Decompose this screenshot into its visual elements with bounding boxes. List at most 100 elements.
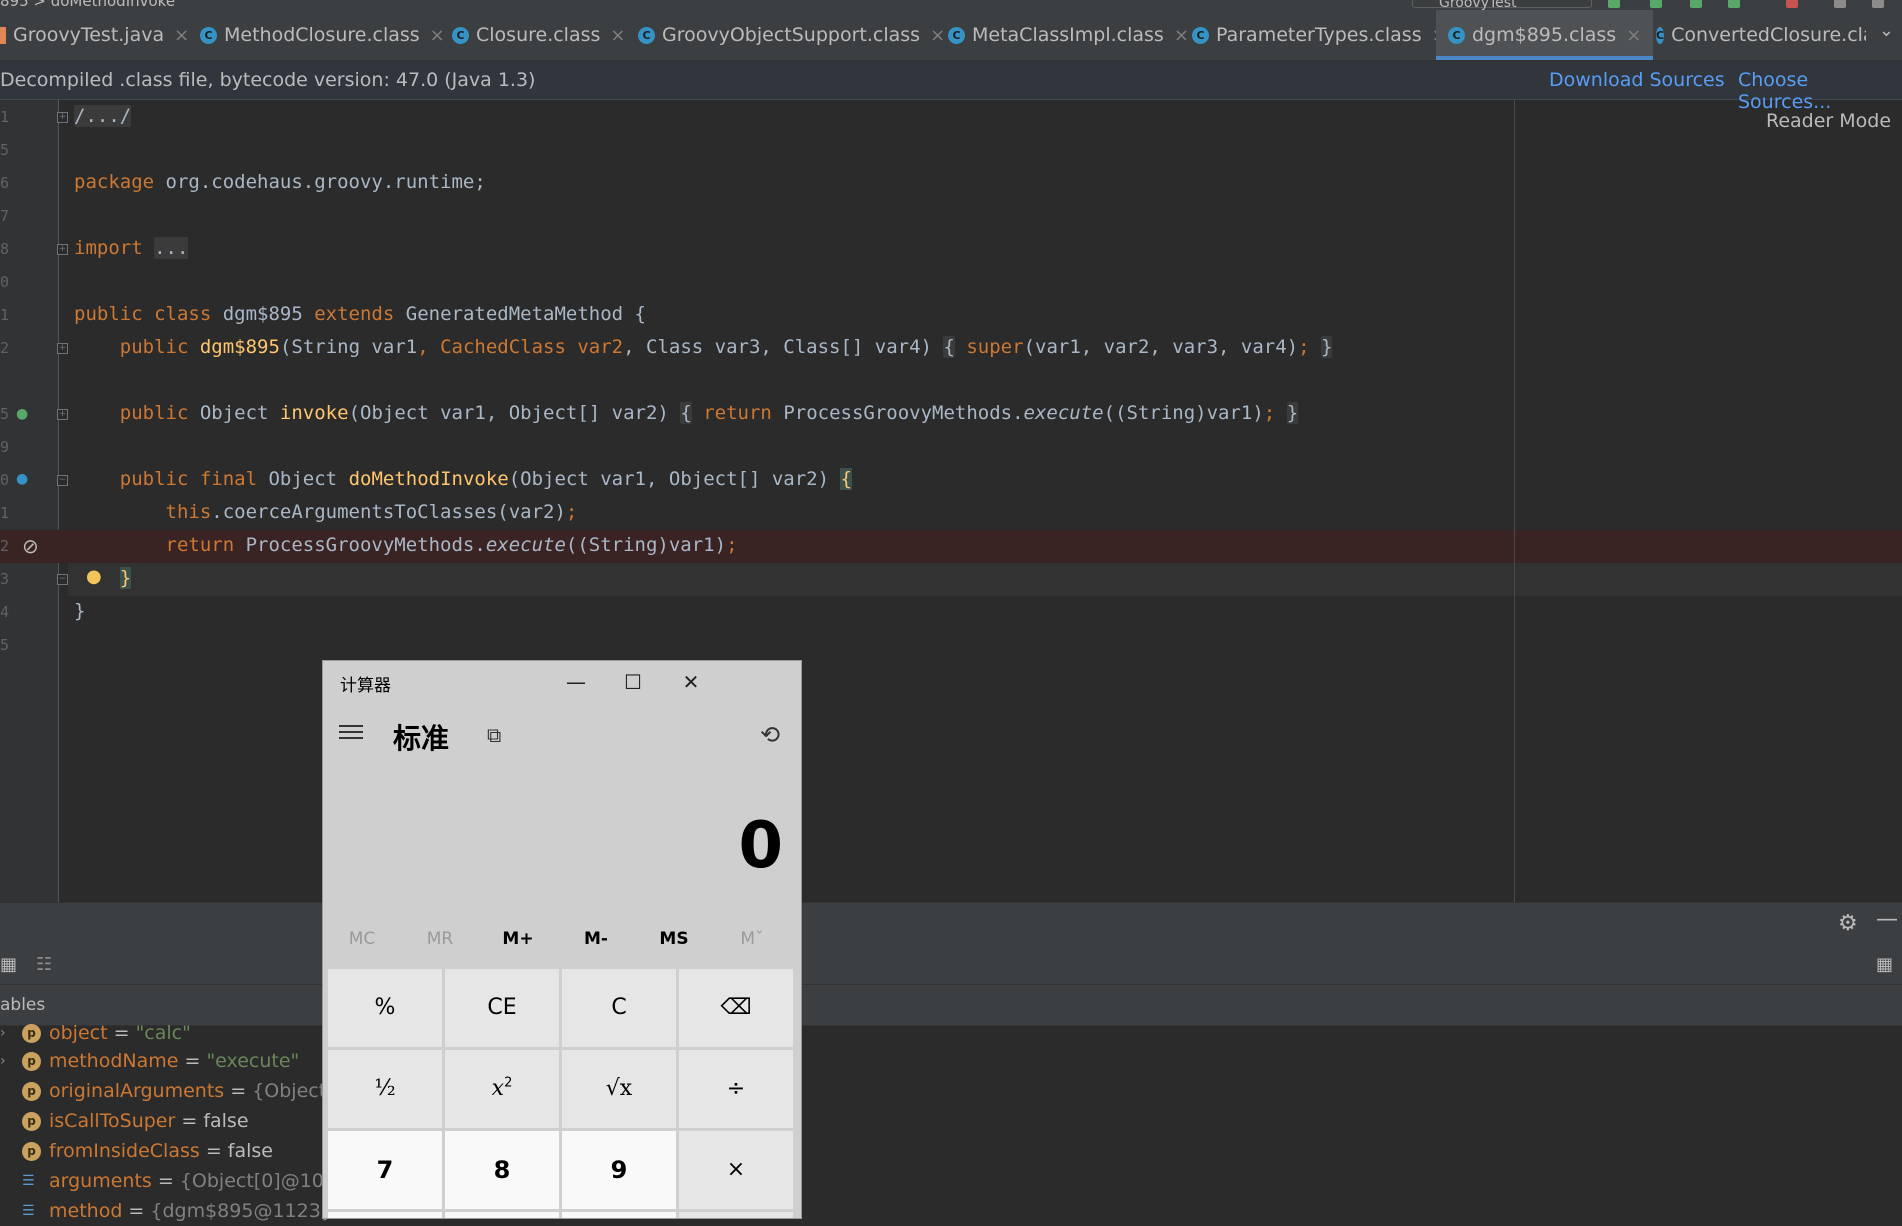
search-icon[interactable]: [1834, 0, 1846, 8]
reader-mode-button[interactable]: Reader Mode: [1766, 110, 1891, 132]
var-name: object: [49, 1022, 108, 1044]
var-eq: =: [107, 1022, 136, 1044]
digit-6-button[interactable]: [562, 1212, 676, 1218]
close-icon[interactable]: ×: [930, 25, 945, 46]
profile-icon[interactable]: [1728, 0, 1740, 8]
code-line-10: public Object invoke(Object var1, Object…: [74, 397, 1299, 430]
fold-toggle[interactable]: −: [57, 475, 68, 486]
digit-5-button[interactable]: [445, 1212, 559, 1218]
chevron-right-icon[interactable]: ›: [0, 1018, 6, 1048]
keyword: public class: [74, 303, 212, 325]
code-text: (Object var1: [348, 402, 486, 424]
digit-7-button[interactable]: 7: [328, 1131, 442, 1209]
sqrt-button[interactable]: √x: [562, 1050, 676, 1128]
tab-closure[interactable]: C Closure.class ×: [452, 10, 626, 60]
memory-list-button[interactable]: Mˇ: [713, 929, 791, 949]
close-icon[interactable]: ×: [430, 25, 445, 46]
implements-marker-icon[interactable]: ●: [16, 406, 28, 422]
tab-parametertypes[interactable]: CParameterTypes.class×: [1192, 10, 1447, 60]
line-number: 2: [0, 537, 10, 555]
muted-breakpoint-icon[interactable]: ⊘: [22, 534, 39, 558]
fold-toggle[interactable]: +: [57, 112, 68, 123]
fold-toggle[interactable]: +: [57, 343, 68, 354]
divide-button[interactable]: ÷: [679, 1050, 793, 1128]
close-icon[interactable]: ×: [1626, 25, 1641, 46]
memory-recall-button[interactable]: MR: [401, 929, 479, 949]
line-number: 5: [0, 405, 10, 423]
history-icon[interactable]: ⟲: [760, 721, 780, 749]
clear-entry-button[interactable]: CE: [445, 969, 559, 1047]
code-line-8: public dgm$895(String var1, CachedClass …: [74, 331, 1333, 364]
settings-icon[interactable]: [1872, 0, 1884, 8]
multiply-button[interactable]: ×: [679, 1131, 793, 1209]
table-icon[interactable]: ▦: [0, 954, 17, 975]
code-line-5: import ...: [74, 232, 189, 265]
keyword: public final: [119, 468, 258, 490]
layout-icon[interactable]: ☷: [36, 954, 52, 975]
coverage-icon[interactable]: [1690, 0, 1702, 8]
tab-groovyobjectsupport[interactable]: C GroovyObjectSupport.class ×: [638, 10, 945, 60]
minimize-button[interactable]: —: [548, 665, 604, 699]
code-line-12: public final Object doMethodInvoke(Objec…: [74, 463, 852, 496]
maximize-button[interactable]: ☐: [605, 665, 661, 699]
percent-button[interactable]: %: [328, 969, 442, 1047]
folded-imports[interactable]: ...: [154, 237, 189, 259]
choose-sources-link[interactable]: Choose Sources...: [1738, 69, 1902, 113]
run-config-select[interactable]: GroovyTest: [1412, 0, 1592, 10]
variables-tree[interactable]: › p object = "calc" › p methodName = "execut…: [0, 1022, 1902, 1222]
download-sources-link[interactable]: Download Sources: [1549, 69, 1725, 91]
fold-toggle[interactable]: +: [57, 244, 68, 255]
current-line-highlight: [68, 563, 1902, 596]
memory-add-button[interactable]: M+: [479, 929, 557, 949]
minimize-icon[interactable]: —: [1876, 907, 1898, 932]
gear-icon[interactable]: ⚙: [1838, 911, 1858, 936]
breadcrumb[interactable]: 895 > doMethodInvoke: [0, 0, 175, 10]
keyword: public: [119, 402, 189, 424]
digit-4-button[interactable]: [328, 1212, 442, 1218]
code-line-14: return ProcessGroovyMethods.execute((Str…: [74, 529, 738, 562]
digit-8-button[interactable]: 8: [445, 1131, 559, 1209]
folded-header[interactable]: /.../: [74, 105, 132, 127]
memory-subtract-button[interactable]: M-: [557, 929, 635, 949]
param-icon: p: [22, 1024, 41, 1043]
close-icon[interactable]: ×: [1174, 25, 1189, 46]
tab-dgm895[interactable]: Cdgm$895.class ×: [1436, 10, 1654, 60]
digit-9-button[interactable]: 9: [562, 1131, 676, 1209]
overrides-marker-icon[interactable]: ●: [16, 471, 28, 487]
backspace-button[interactable]: ⌫: [679, 969, 793, 1047]
reciprocal-button[interactable]: ½: [328, 1050, 442, 1128]
stop-icon[interactable]: [1786, 0, 1798, 8]
chevron-right-icon[interactable]: ›: [0, 1046, 6, 1076]
line-number: 8: [0, 240, 10, 258]
code-text: ;: [1263, 402, 1276, 424]
tab-convertedclosure[interactable]: C ConvertedClosure.cla: [1656, 10, 1866, 60]
layout-options-icon[interactable]: ▦: [1876, 954, 1893, 975]
clear-button[interactable]: C: [562, 969, 676, 1047]
code-text: , var4): [1218, 336, 1299, 358]
run-icon[interactable]: [1608, 0, 1620, 8]
java-file-icon: [0, 26, 6, 44]
close-icon[interactable]: ×: [610, 25, 625, 46]
var-eq: =: [224, 1080, 253, 1102]
tab-groovytest[interactable]: GroovyTest.java ×: [0, 10, 189, 60]
var-name: isCallToSuper: [49, 1110, 176, 1132]
line-number: 6: [0, 174, 10, 192]
code-line-3: package org.codehaus.groovy.runtime;: [74, 166, 486, 199]
subtract-button[interactable]: [679, 1212, 793, 1218]
var-value: false: [227, 1140, 273, 1162]
fold-toggle[interactable]: +: [57, 409, 68, 420]
fold-toggle[interactable]: −: [57, 574, 68, 585]
tab-metaclassimpl[interactable]: C MetaClassImpl.class ×: [948, 10, 1189, 60]
keep-on-top-icon[interactable]: ⧉: [487, 723, 501, 747]
debug-icon[interactable]: [1650, 0, 1662, 8]
close-icon[interactable]: ×: [174, 25, 189, 46]
close-button[interactable]: ✕: [663, 665, 719, 699]
tab-methodclosure[interactable]: C MethodClosure.class ×: [200, 10, 445, 60]
code-text: (var1: [1023, 336, 1081, 358]
memory-store-button[interactable]: MS: [635, 929, 713, 949]
square-button[interactable]: x2: [445, 1050, 559, 1128]
memory-clear-button[interactable]: MC: [323, 929, 401, 949]
menu-icon[interactable]: [339, 721, 363, 743]
superclass: GeneratedMetaMethod {: [394, 303, 646, 325]
chevron-down-icon[interactable]: ⌄: [1879, 20, 1894, 41]
